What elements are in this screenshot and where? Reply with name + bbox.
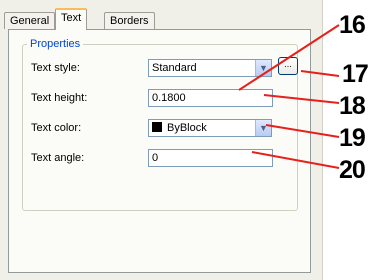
properties-group-title: Properties [27,38,84,50]
text-color-label: Text color: [31,122,82,134]
tab-text[interactable]: Text [55,8,88,30]
browse-button[interactable]: ... [278,57,298,75]
chevron-down-icon[interactable]: ▼ [255,60,271,76]
callout-number-18: 18 [339,92,366,120]
callout-number-16: 16 [339,11,366,39]
text-color-dropdown[interactable]: ByBlock ▼ [148,119,272,137]
text-height-label: Text height: [31,92,88,104]
text-height-input[interactable]: 0.1800 [148,89,273,107]
text-style-dropdown[interactable]: Standard ▼ [148,59,272,77]
callout-number-19: 19 [339,124,366,152]
color-swatch [152,122,162,132]
tab-borders[interactable]: Borders [104,12,155,29]
tab-general[interactable]: General [4,12,56,29]
text-style-value: Standard [152,62,197,74]
chevron-down-icon[interactable]: ▼ [255,120,271,136]
callout-number-17: 17 [342,60,369,88]
text-color-value: ByBlock [167,122,207,134]
properties-dialog: General Text Borders Properties Text sty… [0,0,323,280]
text-angle-input[interactable]: 0 [148,149,273,167]
callout-number-20: 20 [339,156,366,184]
text-angle-label: Text angle: [31,152,85,164]
text-style-label: Text style: [31,62,80,74]
tab-panel: Properties Text style: Standard ▼ ... Te… [8,29,311,273]
